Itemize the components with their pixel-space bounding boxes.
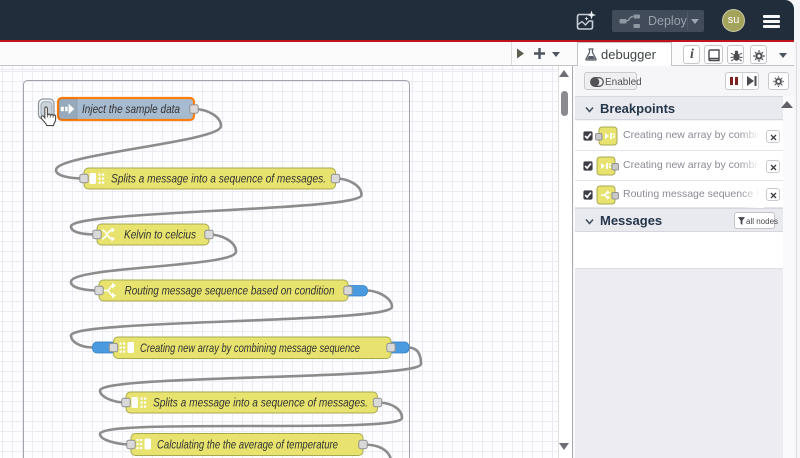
svg-text:Routing message sequence based: Routing message sequence based on condit… — [125, 284, 335, 298]
svg-text:Splits a message into a sequen: Splits a message into a sequence of mess… — [153, 396, 368, 410]
svg-text:Splits a message into a sequen: Splits a message into a sequence of mess… — [111, 172, 326, 186]
svg-text:Calculating the the average of: Calculating the the average of temperatu… — [157, 438, 338, 452]
svg-text:Creating new array by combinin: Creating new array by combining message … — [140, 341, 360, 355]
svg-text:Inject the sample data: Inject the sample data — [82, 102, 180, 116]
svg-text:Kelvin to celcius: Kelvin to celcius — [124, 228, 196, 242]
